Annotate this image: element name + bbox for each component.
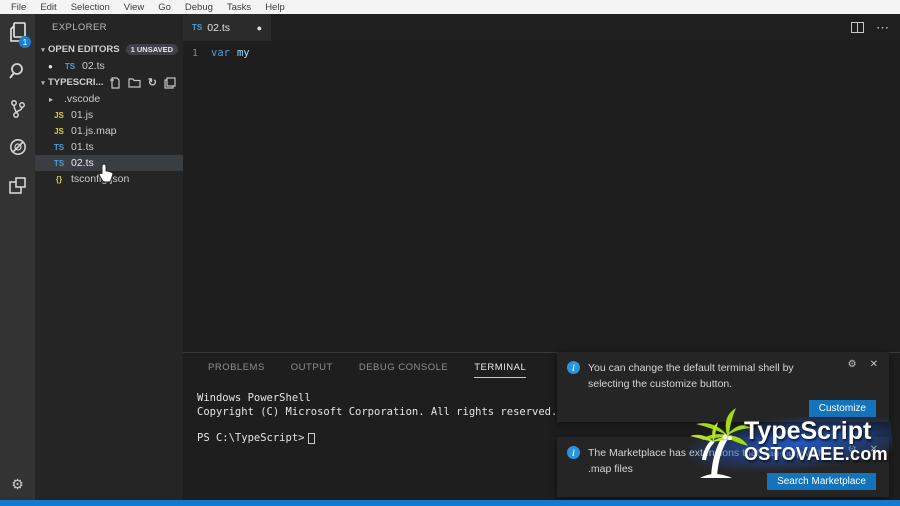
- sidebar-title: EXPLORER: [52, 22, 107, 33]
- open-editors-label: OPEN EDITORS: [48, 44, 120, 55]
- file-item-01js[interactable]: JS 01.js: [35, 107, 183, 123]
- file-name: 01.js: [71, 109, 94, 121]
- settings-gear-icon[interactable]: ⚙: [0, 472, 35, 496]
- explorer-sidebar: EXPLORER ▾ OPEN EDITORS 1 UNSAVED ● TS 0…: [35, 14, 183, 500]
- search-marketplace-button[interactable]: Search Marketplace: [767, 473, 876, 490]
- file-name: 01.ts: [71, 141, 94, 153]
- editor-group: TS 02.ts ● ⋯ 1 var my: [183, 14, 900, 352]
- source-control-icon[interactable]: [0, 90, 35, 128]
- notification-message: You can change the default terminal shel…: [588, 362, 794, 390]
- code-keyword: var: [211, 47, 230, 59]
- unsaved-dot-icon[interactable]: ●: [257, 23, 262, 33]
- terminal-cursor: [308, 432, 316, 444]
- ts-file-icon: TS: [64, 61, 76, 71]
- new-folder-icon[interactable]: [128, 77, 141, 88]
- menu-edit[interactable]: Edit: [33, 2, 63, 13]
- ts-file-icon: TS: [53, 142, 65, 152]
- info-icon: i: [567, 361, 580, 374]
- editor-tab-bar: TS 02.ts ● ⋯: [183, 14, 900, 41]
- js-file-icon: JS: [54, 110, 64, 120]
- code-line-1: 1 var my: [183, 45, 900, 61]
- vscode-window: File Edit Selection View Go Debug Tasks …: [0, 0, 900, 506]
- menu-selection[interactable]: Selection: [64, 2, 117, 13]
- code-identifier: my: [236, 47, 250, 59]
- notification-marketplace: i The Marketplace has extensions that ca…: [557, 437, 889, 497]
- tab-debug-console[interactable]: DEBUG CONSOLE: [359, 362, 448, 378]
- collapse-all-icon[interactable]: [164, 76, 176, 89]
- js-file-icon: JS: [54, 126, 64, 136]
- menu-debug[interactable]: Debug: [178, 2, 220, 13]
- folder-section-header[interactable]: ▾ TYPESCRI... ↻: [35, 74, 183, 91]
- modified-dot-icon: ●: [48, 61, 53, 71]
- menu-file[interactable]: File: [4, 2, 33, 13]
- tab-02ts[interactable]: TS 02.ts ●: [183, 14, 271, 41]
- tab-problems[interactable]: PROBLEMS: [208, 362, 265, 378]
- file-name: .vscode: [64, 93, 101, 105]
- section-arrow-icon: ▾: [41, 79, 45, 87]
- chevron-right-icon: ▸: [49, 94, 54, 104]
- folder-section-label: TYPESCRI...: [48, 77, 104, 88]
- notification-gear-icon[interactable]: ⚙: [848, 359, 857, 370]
- new-file-icon[interactable]: [109, 76, 121, 89]
- tab-label: 02.ts: [207, 21, 230, 34]
- terminal-prompt: PS C:\TypeScript>: [197, 432, 305, 444]
- open-editors-header[interactable]: ▾ OPEN EDITORS 1 UNSAVED: [35, 41, 183, 58]
- notification-gear-icon[interactable]: ⚙: [848, 444, 857, 455]
- menu-help[interactable]: Help: [258, 2, 292, 13]
- section-arrow-icon: ▾: [41, 46, 45, 54]
- refresh-icon[interactable]: ↻: [148, 77, 157, 88]
- ts-file-icon: TS: [192, 23, 203, 32]
- explorer-icon[interactable]: 1: [0, 14, 35, 52]
- status-bar[interactable]: [0, 500, 900, 506]
- explorer-badge: 1: [19, 36, 31, 48]
- split-editor-icon[interactable]: [851, 22, 864, 33]
- tab-output[interactable]: OUTPUT: [291, 362, 333, 378]
- tab-terminal[interactable]: TERMINAL: [474, 362, 527, 378]
- open-editor-item[interactable]: ● TS 02.ts: [35, 58, 183, 74]
- file-item-01ts[interactable]: TS 01.ts: [35, 139, 183, 155]
- search-icon[interactable]: [0, 52, 35, 90]
- ts-file-icon: TS: [53, 158, 65, 168]
- line-number: 1: [191, 47, 198, 59]
- activity-bar: 1 ⚙: [0, 14, 35, 500]
- menu-view[interactable]: View: [117, 2, 151, 13]
- file-name: 02.ts: [71, 157, 94, 169]
- notification-terminal-shell: i You can change the default terminal sh…: [557, 352, 889, 422]
- file-item-01jsmap[interactable]: JS 01.js.map: [35, 123, 183, 139]
- workbench: 1 ⚙ EXPLORER ▾ OPEN EDITORS 1 UNSAVED ● …: [0, 14, 900, 500]
- info-icon: i: [567, 446, 580, 459]
- more-actions-icon[interactable]: ⋯: [876, 21, 890, 34]
- menu-go[interactable]: Go: [151, 2, 178, 13]
- notification-close-icon[interactable]: ✕: [870, 359, 878, 370]
- menu-bar: File Edit Selection View Go Debug Tasks …: [0, 0, 900, 14]
- open-editor-filename: 02.ts: [82, 60, 105, 72]
- debug-icon[interactable]: [0, 128, 35, 166]
- customize-button[interactable]: Customize: [808, 400, 876, 417]
- json-file-icon: {}: [55, 174, 63, 184]
- file-name: 01.js.map: [71, 125, 117, 137]
- extensions-icon[interactable]: [0, 166, 35, 204]
- mouse-cursor: [98, 163, 114, 183]
- code-area[interactable]: 1 var my: [183, 41, 900, 61]
- file-item-vscode[interactable]: ▸ .vscode: [35, 91, 183, 107]
- notification-close-icon[interactable]: ✕: [870, 444, 878, 455]
- menu-tasks[interactable]: Tasks: [220, 2, 258, 13]
- unsaved-badge: 1 UNSAVED: [125, 44, 178, 55]
